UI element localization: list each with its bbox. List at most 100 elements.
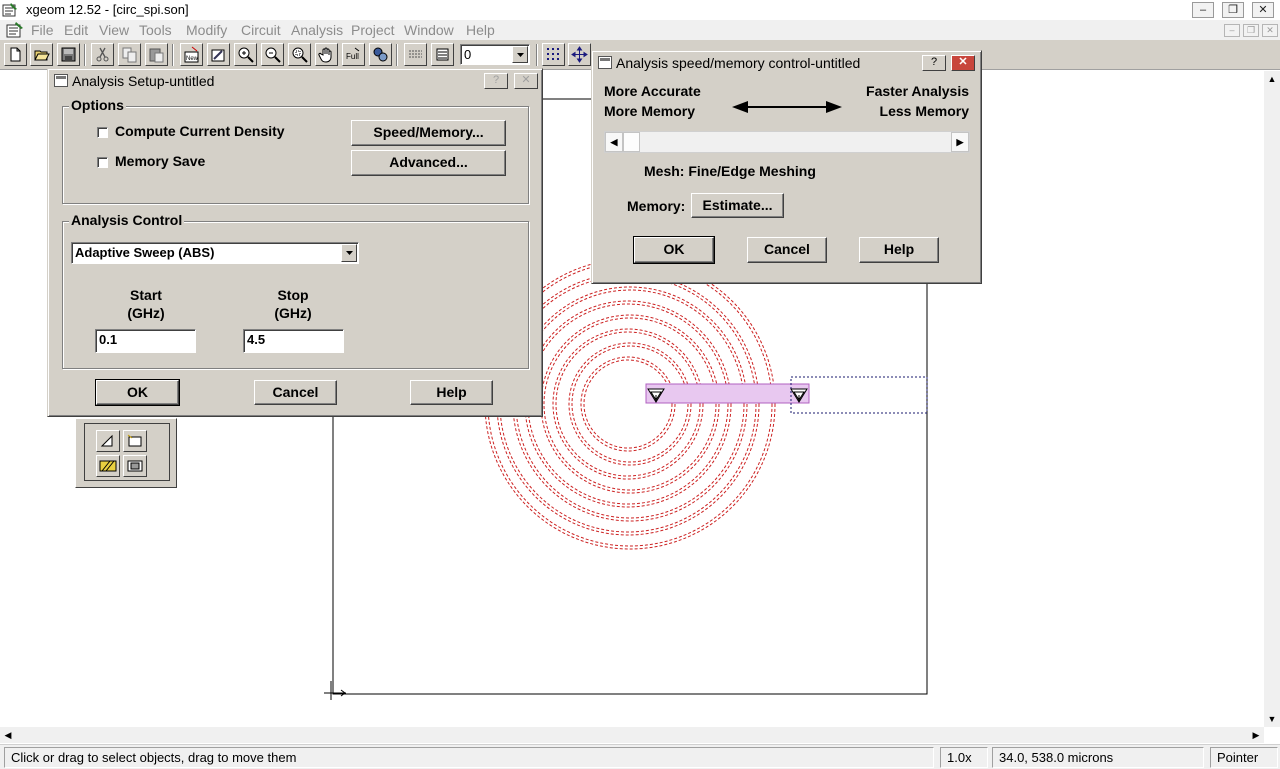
window-title-bar: xgeom 12.52 - [circ_spi.son] ‒ ❐ ✕	[0, 0, 1280, 20]
help-button[interactable]: Help	[859, 237, 939, 263]
dialog-title-bar[interactable]: Analysis speed/memory control-untitled ?…	[594, 53, 979, 73]
dialog-close-button[interactable]: ✕	[951, 55, 975, 71]
speed-memory-dialog: Analysis speed/memory control-untitled ?…	[591, 50, 982, 284]
options-group: Options Compute Current Density Memory S…	[62, 97, 529, 204]
level-select[interactable]: 0	[460, 44, 530, 65]
zoom-in-button[interactable]	[234, 43, 257, 66]
mdi-minimize-button[interactable]: ‒	[1224, 24, 1240, 37]
cancel-button[interactable]: Cancel	[747, 237, 827, 263]
zoom-out-icon	[265, 47, 281, 63]
edit-layer-button[interactable]	[207, 43, 230, 66]
menu-view[interactable]: View	[99, 22, 129, 38]
copy-button[interactable]	[118, 43, 141, 66]
dialog-app-icon	[598, 56, 612, 69]
ok-button[interactable]: OK	[633, 236, 715, 264]
chevron-down-icon[interactable]	[512, 46, 528, 63]
scroll-down-icon[interactable]: ▼	[1264, 711, 1280, 727]
scroll-left-icon[interactable]: ◀	[0, 727, 16, 743]
double-arrow-icon	[732, 101, 842, 113]
svg-text:Full: Full	[346, 52, 359, 61]
origin-crosshair-icon	[324, 681, 346, 700]
ok-button[interactable]: OK	[95, 379, 180, 406]
memory-label: Memory:	[627, 198, 686, 214]
open-button[interactable]	[30, 43, 53, 66]
speed-memory-slider[interactable]: ◀ ▶	[604, 131, 970, 153]
document-icon[interactable]	[6, 22, 24, 38]
start-frequency-input[interactable]: 0.1	[95, 329, 196, 353]
compute-current-density-label: Compute Current Density	[115, 123, 285, 139]
zoom-out-button[interactable]	[261, 43, 284, 66]
scroll-right-icon[interactable]: ▶	[1248, 727, 1264, 743]
stop-frequency-input[interactable]: 4.5	[243, 329, 344, 353]
vertical-scrollbar[interactable]: ▲ ▼	[1264, 71, 1280, 727]
menu-tools[interactable]: Tools	[139, 22, 172, 38]
sweep-type-value: Adaptive Sweep (ABS)	[75, 245, 215, 260]
zoom-full-button[interactable]: Full	[342, 43, 365, 66]
memory-save-checkbox[interactable]	[97, 157, 108, 168]
spiral-turn	[583, 359, 673, 449]
tool-mode: Pointer	[1210, 747, 1278, 768]
slider-right-icon[interactable]: ▶	[951, 132, 969, 152]
pan-button[interactable]	[315, 43, 338, 66]
sweep-type-select[interactable]: Adaptive Sweep (ABS)	[71, 242, 359, 264]
dielectric-button[interactable]	[404, 43, 427, 66]
zoom-box-button[interactable]	[288, 43, 311, 66]
menu-file[interactable]: File	[31, 22, 54, 38]
cut-button[interactable]	[91, 43, 114, 66]
layers-icon	[436, 48, 449, 61]
menu-circuit[interactable]: Circuit	[241, 22, 281, 38]
faster-analysis-label: Faster Analysis	[866, 83, 969, 99]
menu-modify[interactable]: Modify	[186, 22, 227, 38]
rectangle-tool-button[interactable]	[123, 430, 147, 452]
new-metal-button[interactable]: New	[180, 43, 203, 66]
minimize-button[interactable]: ‒	[1192, 2, 1214, 18]
cancel-button[interactable]: Cancel	[254, 380, 337, 405]
paste-button[interactable]	[145, 43, 168, 66]
toolbar-separator	[84, 44, 86, 66]
dialog-help-button[interactable]: ?	[484, 73, 508, 89]
horizontal-scrollbar[interactable]: ◀ ▶	[0, 727, 1264, 743]
dialog-title-bar[interactable]: Analysis Setup-untitled ? ✕	[50, 71, 540, 91]
advanced-button[interactable]: Advanced...	[351, 150, 506, 176]
chevron-down-icon[interactable]	[341, 244, 357, 262]
port-box[interactable]	[790, 376, 928, 414]
compute-current-density-checkbox[interactable]	[97, 127, 108, 138]
save-button[interactable]	[57, 43, 80, 66]
close-button[interactable]: ✕	[1252, 2, 1274, 18]
pointer-tool-button[interactable]	[96, 430, 120, 452]
menu-bar: File Edit View Tools Modify Circuit Anal…	[0, 20, 1280, 40]
grid-button[interactable]	[542, 43, 565, 66]
rectangle-icon	[127, 434, 142, 447]
mdi-restore-button[interactable]: ❐	[1243, 24, 1259, 37]
via-icon	[127, 460, 143, 472]
help-button[interactable]: Help	[410, 380, 493, 405]
speed-memory-button[interactable]: Speed/Memory...	[351, 120, 506, 146]
slider-thumb[interactable]	[623, 132, 640, 152]
zoom-box-icon	[292, 47, 308, 63]
metal-trace[interactable]	[645, 383, 810, 404]
scroll-up-icon[interactable]: ▲	[1264, 71, 1280, 87]
cut-icon	[96, 47, 109, 62]
slider-left-icon[interactable]: ◀	[605, 132, 623, 152]
menu-window[interactable]: Window	[404, 22, 454, 38]
stop-unit: (GHz)	[274, 305, 312, 321]
dialog-help-button[interactable]: ?	[922, 55, 946, 71]
mdi-close-button[interactable]: ✕	[1262, 24, 1278, 37]
menu-project[interactable]: Project	[351, 22, 395, 38]
metal-tool-button[interactable]	[96, 455, 120, 477]
port-button[interactable]	[369, 43, 392, 66]
spiral-turn	[540, 314, 720, 494]
move-button[interactable]	[568, 43, 591, 66]
tool-palette	[75, 418, 177, 488]
layers-button[interactable]	[431, 43, 454, 66]
estimate-button[interactable]: Estimate...	[691, 193, 784, 218]
via-tool-button[interactable]	[123, 455, 147, 477]
menu-edit[interactable]: Edit	[64, 22, 88, 38]
menu-analysis[interactable]: Analysis	[291, 22, 343, 38]
start-unit: (GHz)	[127, 305, 165, 321]
restore-button[interactable]: ❐	[1222, 2, 1244, 18]
new-file-button[interactable]	[4, 43, 27, 66]
dialog-title: Analysis speed/memory control-untitled	[616, 55, 861, 71]
menu-help[interactable]: Help	[466, 22, 495, 38]
dialog-close-button[interactable]: ✕	[514, 73, 538, 89]
